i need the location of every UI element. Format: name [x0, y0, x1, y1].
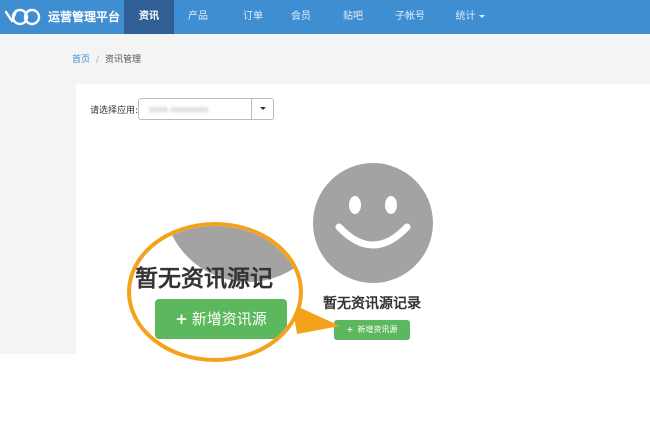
nav-item-news[interactable]: 资讯 — [124, 0, 174, 34]
app-select-label: 请选择应用: — [90, 106, 139, 116]
smiley-face-icon — [313, 163, 433, 283]
sidebar — [0, 34, 62, 354]
nav-item-subaccounts[interactable]: 子帐号 — [384, 0, 436, 34]
plus-icon: + — [346, 325, 354, 334]
nav-label: 贴吧 — [343, 11, 363, 22]
app-select-toggle[interactable] — [251, 99, 273, 119]
breadcrumb: 首页 / 资讯管理 — [62, 49, 650, 71]
nav-label: 子帐号 — [395, 11, 425, 22]
nav-label: 产品 — [188, 11, 208, 22]
add-news-source-button[interactable]: + 新增资讯源 — [334, 320, 410, 340]
nav-label: 会员 — [291, 11, 311, 22]
brand[interactable]: 运营管理平台 — [0, 0, 124, 34]
logo-icon — [4, 8, 41, 26]
chevron-down-icon — [260, 107, 266, 110]
magnified-button-label: 新增资讯源 — [191, 310, 267, 328]
plus-icon: + — [175, 310, 188, 328]
top-navbar: 运营管理平台 资讯 产品 订单 会员 贴吧 子帐号 统计 — [0, 0, 650, 34]
nav-label: 订单 — [243, 11, 263, 22]
add-button-label: 新增资讯源 — [357, 325, 398, 334]
nav-item-products[interactable]: 产品 — [174, 0, 222, 34]
magnifier-callout: 暂无资讯源记 + 新增资讯源 — [127, 222, 303, 362]
app-select[interactable]: xxxx xxxxxxxx — [138, 98, 274, 120]
magnified-add-button: + 新增资讯源 — [155, 299, 287, 339]
magnified-empty-message: 暂无资讯源记 — [135, 266, 273, 292]
nav-label: 资讯 — [139, 11, 159, 22]
chevron-down-icon — [478, 14, 485, 18]
breadcrumb-current: 资讯管理 — [105, 55, 142, 65]
app-title: 运营管理平台 — [48, 10, 121, 24]
app-select-value: xxxx xxxxxxxx — [149, 105, 209, 114]
nav-item-members[interactable]: 会员 — [278, 0, 324, 34]
empty-state-message: 暂无资讯源记录 — [323, 296, 421, 312]
breadcrumb-home-link[interactable]: 首页 — [72, 49, 90, 71]
nav-item-forum[interactable]: 贴吧 — [330, 0, 376, 34]
breadcrumb-separator: / — [96, 55, 100, 65]
nav-label: 统计 — [455, 11, 476, 22]
nav-item-statistics[interactable]: 统计 — [446, 0, 494, 34]
nav-item-orders[interactable]: 订单 — [230, 0, 276, 34]
